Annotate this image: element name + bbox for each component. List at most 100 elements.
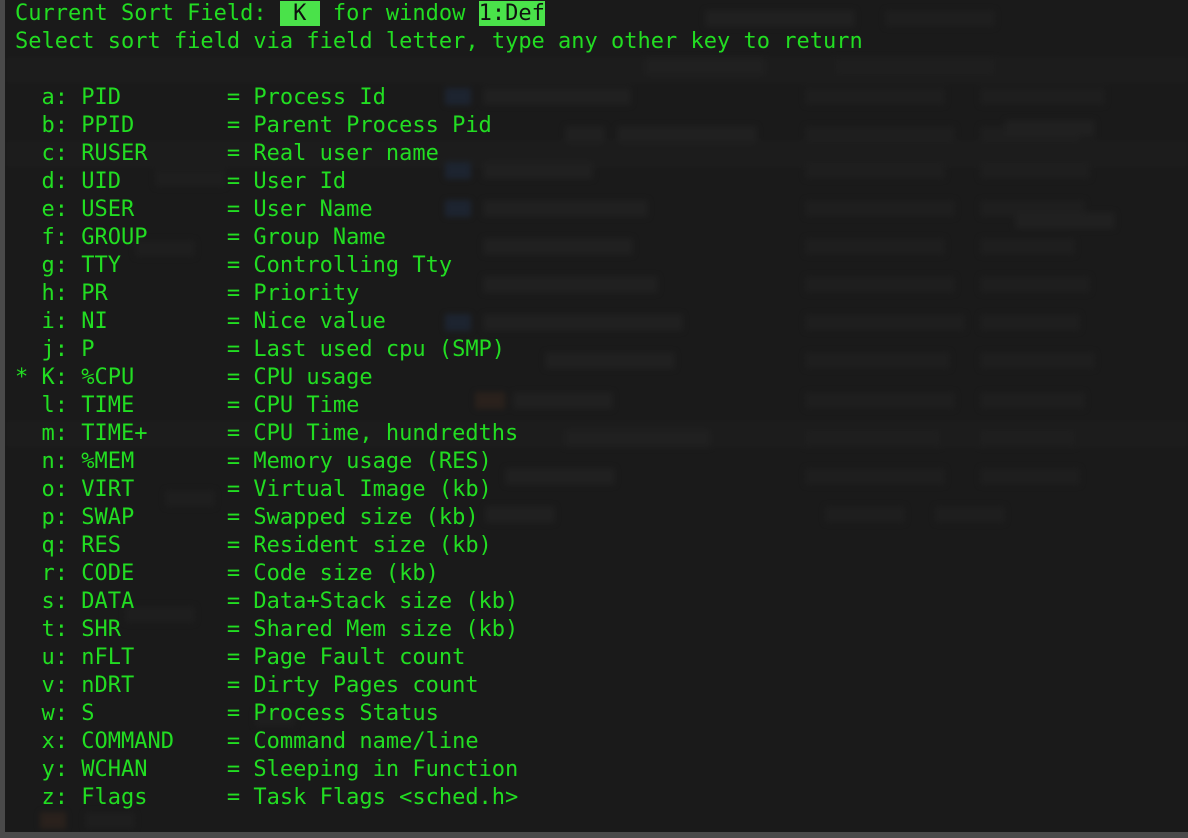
sort-field-row[interactable]: f: GROUP = Group Name — [10, 224, 1188, 252]
sort-field-row[interactable]: s: DATA = Data+Stack size (kb) — [10, 588, 1188, 616]
sort-field-row[interactable]: y: WCHAN = Sleeping in Function — [10, 756, 1188, 784]
field-letter[interactable]: i: — [41, 308, 81, 336]
sort-field-row[interactable]: o: VIRT = Virtual Image (kb) — [10, 476, 1188, 504]
sort-field-row[interactable]: h: PR = Priority — [10, 280, 1188, 308]
field-name: P — [81, 337, 95, 362]
field-letter[interactable]: s: — [41, 588, 81, 616]
field-name: COMMAND — [81, 729, 174, 754]
sort-field-row[interactable]: r: CODE = Code size (kb) — [10, 560, 1188, 588]
equals-sign: = — [226, 197, 241, 222]
equals-sign: = — [226, 393, 241, 418]
active-sort-marker: * — [15, 365, 29, 390]
field-letter[interactable]: q: — [41, 532, 81, 560]
field-description: Swapped size (kb) — [253, 505, 479, 530]
sort-field-row[interactable]: c: RUSER = Real user name — [10, 140, 1188, 168]
sort-field-row[interactable]: x: COMMAND = Command name/line — [10, 728, 1188, 756]
equals-sign: = — [226, 589, 241, 614]
field-letter[interactable]: f: — [41, 224, 81, 252]
field-name: USER — [81, 197, 135, 222]
field-description: CPU Time — [253, 393, 360, 418]
field-name: SHR — [81, 617, 121, 642]
sort-field-row[interactable]: m: TIME+ = CPU Time, hundredths — [10, 420, 1188, 448]
sort-field-row[interactable]: z: Flags = Task Flags <sched.h> — [10, 784, 1188, 812]
field-name: nDRT — [81, 673, 135, 698]
field-name: TIME — [81, 393, 135, 418]
sort-field-row[interactable]: b: PPID = Parent Process Pid — [10, 112, 1188, 140]
sort-field-row[interactable]: u: nFLT = Page Fault count — [10, 644, 1188, 672]
field-letter[interactable]: p: — [41, 504, 81, 532]
sort-field-row[interactable]: e: USER = User Name — [10, 196, 1188, 224]
field-letter[interactable]: w: — [41, 700, 81, 728]
field-description: Data+Stack size (kb) — [253, 589, 519, 614]
sort-field-row[interactable]: n: %MEM = Memory usage (RES) — [10, 448, 1188, 476]
field-letter[interactable]: r: — [41, 560, 81, 588]
field-letter[interactable]: y: — [41, 756, 81, 784]
field-name: UID — [81, 169, 121, 194]
field-name: NI — [81, 309, 108, 334]
sort-field-row[interactable]: t: SHR = Shared Mem size (kb) — [10, 616, 1188, 644]
current-sort-field-key[interactable]: K — [279, 1, 320, 26]
field-letter[interactable]: v: — [41, 672, 81, 700]
field-letter[interactable]: l: — [41, 392, 81, 420]
field-letter[interactable]: x: — [41, 728, 81, 756]
sort-field-row[interactable]: l: TIME = CPU Time — [10, 392, 1188, 420]
field-description: Code size (kb) — [253, 561, 439, 586]
field-letter[interactable]: e: — [41, 196, 81, 224]
equals-sign: = — [226, 505, 241, 530]
field-letter[interactable]: a: — [41, 84, 81, 112]
equals-sign: = — [226, 281, 241, 306]
equals-sign: = — [226, 729, 241, 754]
field-letter[interactable]: K: — [41, 364, 81, 392]
equals-sign: = — [226, 757, 241, 782]
field-letter[interactable]: d: — [41, 168, 81, 196]
field-description: Controlling Tty — [253, 253, 453, 278]
field-description: Real user name — [253, 141, 439, 166]
terminal-window[interactable]: Current Sort Field: K for window 1:Def S… — [0, 0, 1188, 838]
field-name: RUSER — [81, 141, 148, 166]
field-letter[interactable]: u: — [41, 644, 81, 672]
window-name-badge[interactable]: 1:Def — [478, 1, 545, 26]
equals-sign: = — [226, 113, 241, 138]
sort-field-row[interactable]: v: nDRT = Dirty Pages count — [10, 672, 1188, 700]
field-name: DATA — [81, 589, 135, 614]
field-description: Last used cpu (SMP) — [253, 337, 506, 362]
field-letter[interactable]: g: — [41, 252, 81, 280]
header-label: Current Sort Field: — [15, 1, 267, 26]
sort-field-row[interactable]: j: P = Last used cpu (SMP) — [10, 336, 1188, 364]
field-letter[interactable]: m: — [41, 420, 81, 448]
sort-field-row[interactable]: d: UID = User Id — [10, 168, 1188, 196]
header-instructions: Select sort field via field letter, type… — [15, 29, 863, 54]
field-description: CPU usage — [253, 365, 373, 390]
sort-field-row[interactable]: i: NI = Nice value — [10, 308, 1188, 336]
field-letter[interactable]: z: — [41, 784, 81, 812]
field-letter[interactable]: o: — [41, 476, 81, 504]
field-name: SWAP — [81, 505, 135, 530]
sort-field-row[interactable]: a: PID = Process Id — [10, 84, 1188, 112]
field-name: WCHAN — [81, 757, 148, 782]
field-letter[interactable]: j: — [41, 336, 81, 364]
field-description: Group Name — [253, 225, 386, 250]
field-letter[interactable]: t: — [41, 616, 81, 644]
header-middle-text: for window — [319, 1, 479, 26]
field-letter[interactable]: n: — [41, 448, 81, 476]
field-letter[interactable]: b: — [41, 112, 81, 140]
sort-field-row[interactable]: w: S = Process Status — [10, 700, 1188, 728]
equals-sign: = — [226, 561, 241, 586]
sort-field-row[interactable]: q: RES = Resident size (kb) — [10, 532, 1188, 560]
equals-sign: = — [226, 673, 241, 698]
equals-sign: = — [226, 337, 241, 362]
sort-field-row[interactable]: p: SWAP = Swapped size (kb) — [10, 504, 1188, 532]
sort-field-list: a: PID = Process Id b: PPID = Parent Process Pi… — [10, 84, 1188, 812]
sort-field-row[interactable]: g: TTY = Controlling Tty — [10, 252, 1188, 280]
equals-sign: = — [226, 225, 241, 250]
field-description: Task Flags <sched.h> — [253, 785, 519, 810]
field-name: CODE — [81, 561, 135, 586]
field-letter[interactable]: h: — [41, 280, 81, 308]
field-letter[interactable]: c: — [41, 140, 81, 168]
field-name: %MEM — [81, 449, 135, 474]
field-name: RES — [81, 533, 121, 558]
equals-sign: = — [226, 645, 241, 670]
field-description: Priority — [253, 281, 360, 306]
sort-field-row[interactable]: * K: %CPU = CPU usage — [10, 364, 1188, 392]
